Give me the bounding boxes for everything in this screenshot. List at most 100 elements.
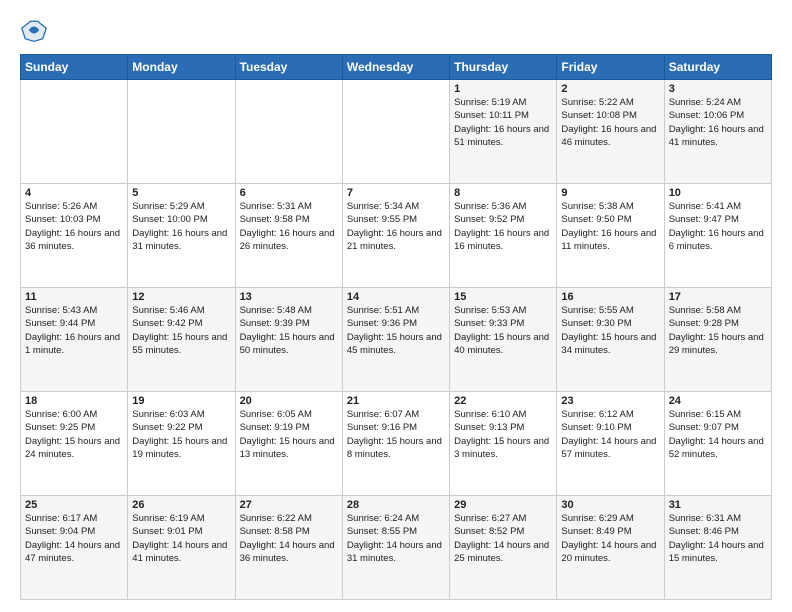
calendar-week-row: 1Sunrise: 5:19 AMSunset: 10:11 PMDayligh… [21, 80, 772, 184]
calendar-cell: 5Sunrise: 5:29 AMSunset: 10:00 PMDayligh… [128, 184, 235, 288]
day-info: Sunrise: 6:07 AMSunset: 9:16 PMDaylight:… [347, 408, 445, 461]
daylight-text: Daylight: 15 hours and 55 minutes. [132, 332, 227, 356]
sunrise-text: Sunrise: 6:03 AM [132, 409, 204, 420]
sunrise-text: Sunrise: 6:07 AM [347, 409, 419, 420]
sunset-text: Sunset: 9:50 PM [561, 214, 631, 225]
daylight-text: Daylight: 14 hours and 47 minutes. [25, 540, 120, 564]
sunset-text: Sunset: 9:30 PM [561, 318, 631, 329]
daylight-text: Daylight: 15 hours and 40 minutes. [454, 332, 549, 356]
day-number: 13 [240, 291, 338, 303]
daylight-text: Daylight: 16 hours and 51 minutes. [454, 124, 549, 148]
calendar-week-row: 4 Sunrise: 5:26 AM Sunset: 10:03 PM Dayligh… [21, 184, 772, 288]
day-info: Sunrise: 5:34 AMSunset: 9:55 PMDaylight:… [347, 200, 445, 253]
calendar-cell: 12Sunrise: 5:46 AMSunset: 9:42 PMDayligh… [128, 288, 235, 392]
daylight-text: Daylight: 15 hours and 24 minutes. [25, 436, 120, 460]
day-info: Sunrise: 6:10 AMSunset: 9:13 PMDaylight:… [454, 408, 552, 461]
day-number: 9 [561, 187, 659, 199]
sunrise-text: Sunrise: 5:41 AM [669, 201, 741, 212]
sunset-text: Sunset: 8:46 PM [669, 526, 739, 537]
sunset-text: Sunset: 9:42 PM [132, 318, 202, 329]
day-info: Sunrise: 5:24 AMSunset: 10:06 PMDaylight… [669, 96, 767, 149]
sunrise-text: Sunrise: 5:36 AM [454, 201, 526, 212]
day-number: 19 [132, 395, 230, 407]
day-number: 18 [25, 395, 123, 407]
sunrise-text: Sunrise: 5:24 AM [669, 97, 741, 108]
daylight-text: Daylight: 16 hours and 31 minutes. [132, 228, 227, 252]
sunset-text: Sunset: 10:11 PM [454, 110, 529, 121]
calendar-week-row: 25Sunrise: 6:17 AMSunset: 9:04 PMDayligh… [21, 496, 772, 600]
day-info: Sunrise: 5:48 AMSunset: 9:39 PMDaylight:… [240, 304, 338, 357]
day-number: 11 [25, 291, 123, 303]
day-info: Sunrise: 6:27 AMSunset: 8:52 PMDaylight:… [454, 512, 552, 565]
calendar-cell: 31Sunrise: 6:31 AMSunset: 8:46 PMDayligh… [664, 496, 771, 600]
sunrise-text: Sunrise: 5:38 AM [561, 201, 633, 212]
day-info: Sunrise: 6:31 AMSunset: 8:46 PMDaylight:… [669, 512, 767, 565]
day-info: Sunrise: 5:22 AMSunset: 10:08 PMDaylight… [561, 96, 659, 149]
sunset-text: Sunset: 9:04 PM [25, 526, 95, 537]
day-info: Sunrise: 5:31 AMSunset: 9:58 PMDaylight:… [240, 200, 338, 253]
day-number: 30 [561, 499, 659, 511]
sunset-text: Sunset: 8:55 PM [347, 526, 417, 537]
daylight-text: Daylight: 15 hours and 3 minutes. [454, 436, 549, 460]
sunrise-text: Sunrise: 5:34 AM [347, 201, 419, 212]
day-number: 22 [454, 395, 552, 407]
day-info: Sunrise: 5:36 AMSunset: 9:52 PMDaylight:… [454, 200, 552, 253]
calendar-cell: 20Sunrise: 6:05 AMSunset: 9:19 PMDayligh… [235, 392, 342, 496]
day-info: Sunrise: 6:12 AMSunset: 9:10 PMDaylight:… [561, 408, 659, 461]
sunrise-text: Sunrise: 5:19 AM [454, 97, 526, 108]
weekday-header-saturday: Saturday [664, 55, 771, 80]
sunset-text: Sunset: 9:16 PM [347, 422, 417, 433]
sunset-text: Sunset: 9:10 PM [561, 422, 631, 433]
sunrise-text: Sunrise: 5:31 AM [240, 201, 312, 212]
sunset-text: Sunset: 10:00 PM [132, 214, 208, 225]
sunrise-text: Sunrise: 6:19 AM [132, 513, 204, 524]
day-info: Sunrise: 5:43 AMSunset: 9:44 PMDaylight:… [25, 304, 123, 357]
calendar-cell: 10Sunrise: 5:41 AMSunset: 9:47 PMDayligh… [664, 184, 771, 288]
daylight-text: Daylight: 14 hours and 25 minutes. [454, 540, 549, 564]
weekday-header-monday: Monday [128, 55, 235, 80]
sunset-text: Sunset: 9:52 PM [454, 214, 524, 225]
sunrise-text: Sunrise: 5:22 AM [561, 97, 633, 108]
daylight-text: Daylight: 15 hours and 29 minutes. [669, 332, 764, 356]
sunrise-text: Sunrise: 5:26 AM [25, 201, 97, 212]
calendar-cell [235, 80, 342, 184]
day-info: Sunrise: 5:58 AMSunset: 9:28 PMDaylight:… [669, 304, 767, 357]
daylight-text: Daylight: 15 hours and 34 minutes. [561, 332, 656, 356]
weekday-header-friday: Friday [557, 55, 664, 80]
day-info: Sunrise: 5:19 AM Sunset: 10:11 PM Daylight… [454, 96, 552, 149]
calendar-cell: 7Sunrise: 5:34 AMSunset: 9:55 PMDaylight… [342, 184, 449, 288]
day-number: 27 [240, 499, 338, 511]
day-number: 5 [132, 187, 230, 199]
calendar-cell: 13Sunrise: 5:48 AMSunset: 9:39 PMDayligh… [235, 288, 342, 392]
sunrise-text: Sunrise: 5:46 AM [132, 305, 204, 316]
daylight-text: Daylight: 15 hours and 13 minutes. [240, 436, 335, 460]
daylight-text: Daylight: 15 hours and 45 minutes. [347, 332, 442, 356]
day-info: Sunrise: 5:38 AM Sunset: 9:50 PM Daylight:… [561, 200, 659, 253]
calendar-cell: 14Sunrise: 5:51 AMSunset: 9:36 PMDayligh… [342, 288, 449, 392]
calendar-cell: 19Sunrise: 6:03 AMSunset: 9:22 PMDayligh… [128, 392, 235, 496]
calendar-cell: 8Sunrise: 5:36 AMSunset: 9:52 PMDaylight… [450, 184, 557, 288]
calendar-cell: 30Sunrise: 6:29 AMSunset: 8:49 PMDayligh… [557, 496, 664, 600]
weekday-header-thursday: Thursday [450, 55, 557, 80]
weekday-header-tuesday: Tuesday [235, 55, 342, 80]
calendar-cell: 22Sunrise: 6:10 AMSunset: 9:13 PMDayligh… [450, 392, 557, 496]
daylight-text: Daylight: 16 hours and 11 minutes. [561, 228, 656, 252]
daylight-text: Daylight: 16 hours and 1 minute. [25, 332, 120, 356]
daylight-text: Daylight: 14 hours and 52 minutes. [669, 436, 764, 460]
calendar-week-row: 11Sunrise: 5:43 AMSunset: 9:44 PMDayligh… [21, 288, 772, 392]
sunset-text: Sunset: 10:03 PM [25, 214, 101, 225]
calendar-cell: 23Sunrise: 6:12 AMSunset: 9:10 PMDayligh… [557, 392, 664, 496]
calendar-week-row: 18Sunrise: 6:00 AMSunset: 9:25 PMDayligh… [21, 392, 772, 496]
calendar-cell: 17Sunrise: 5:58 AMSunset: 9:28 PMDayligh… [664, 288, 771, 392]
sunrise-text: Sunrise: 6:27 AM [454, 513, 526, 524]
sunset-text: Sunset: 9:01 PM [132, 526, 202, 537]
sunrise-text: Sunrise: 6:17 AM [25, 513, 97, 524]
daylight-text: Daylight: 14 hours and 31 minutes. [347, 540, 442, 564]
sunset-text: Sunset: 9:22 PM [132, 422, 202, 433]
day-info: Sunrise: 5:41 AMSunset: 9:47 PMDaylight:… [669, 200, 767, 253]
sunset-text: Sunset: 10:08 PM [561, 110, 637, 121]
calendar-table: SundayMondayTuesdayWednesdayThursdayFrid… [20, 54, 772, 600]
day-number: 23 [561, 395, 659, 407]
calendar-cell: 3Sunrise: 5:24 AMSunset: 10:06 PMDayligh… [664, 80, 771, 184]
day-number: 4 [25, 187, 123, 199]
